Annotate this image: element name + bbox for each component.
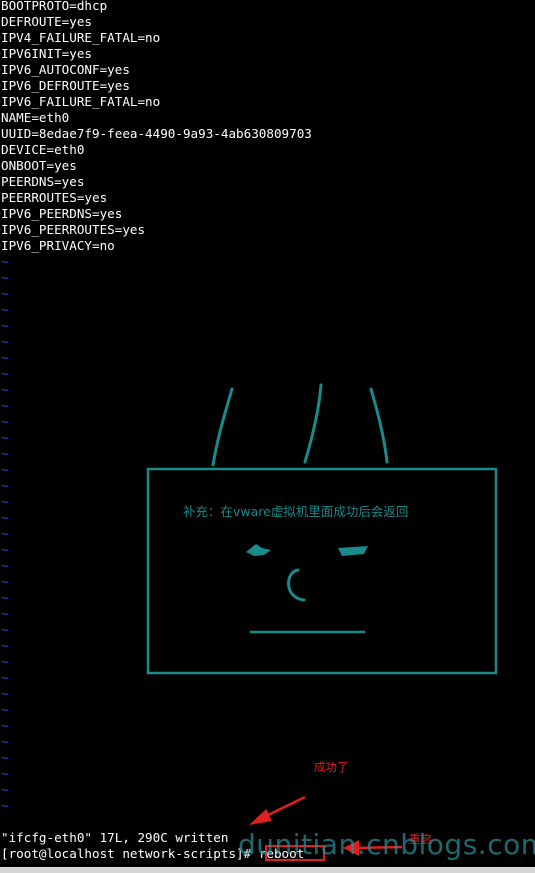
right-eye bbox=[338, 546, 368, 556]
hair-stroke bbox=[303, 383, 323, 464]
face-frame bbox=[146, 467, 498, 675]
arrow-to-status bbox=[249, 795, 306, 825]
hair-stroke bbox=[211, 387, 234, 467]
taskbar-strip bbox=[0, 867, 535, 873]
left-eye bbox=[246, 544, 271, 556]
hair-stroke bbox=[369, 387, 389, 464]
nose bbox=[287, 568, 306, 602]
annotation-drawing bbox=[146, 383, 498, 861]
annotation-note: 补充：在vware虚拟机里面成功后会返回 bbox=[183, 504, 409, 519]
watermark: dunitian.cnblogs.com bbox=[238, 828, 535, 861]
success-label: 成功了 bbox=[314, 760, 349, 774]
